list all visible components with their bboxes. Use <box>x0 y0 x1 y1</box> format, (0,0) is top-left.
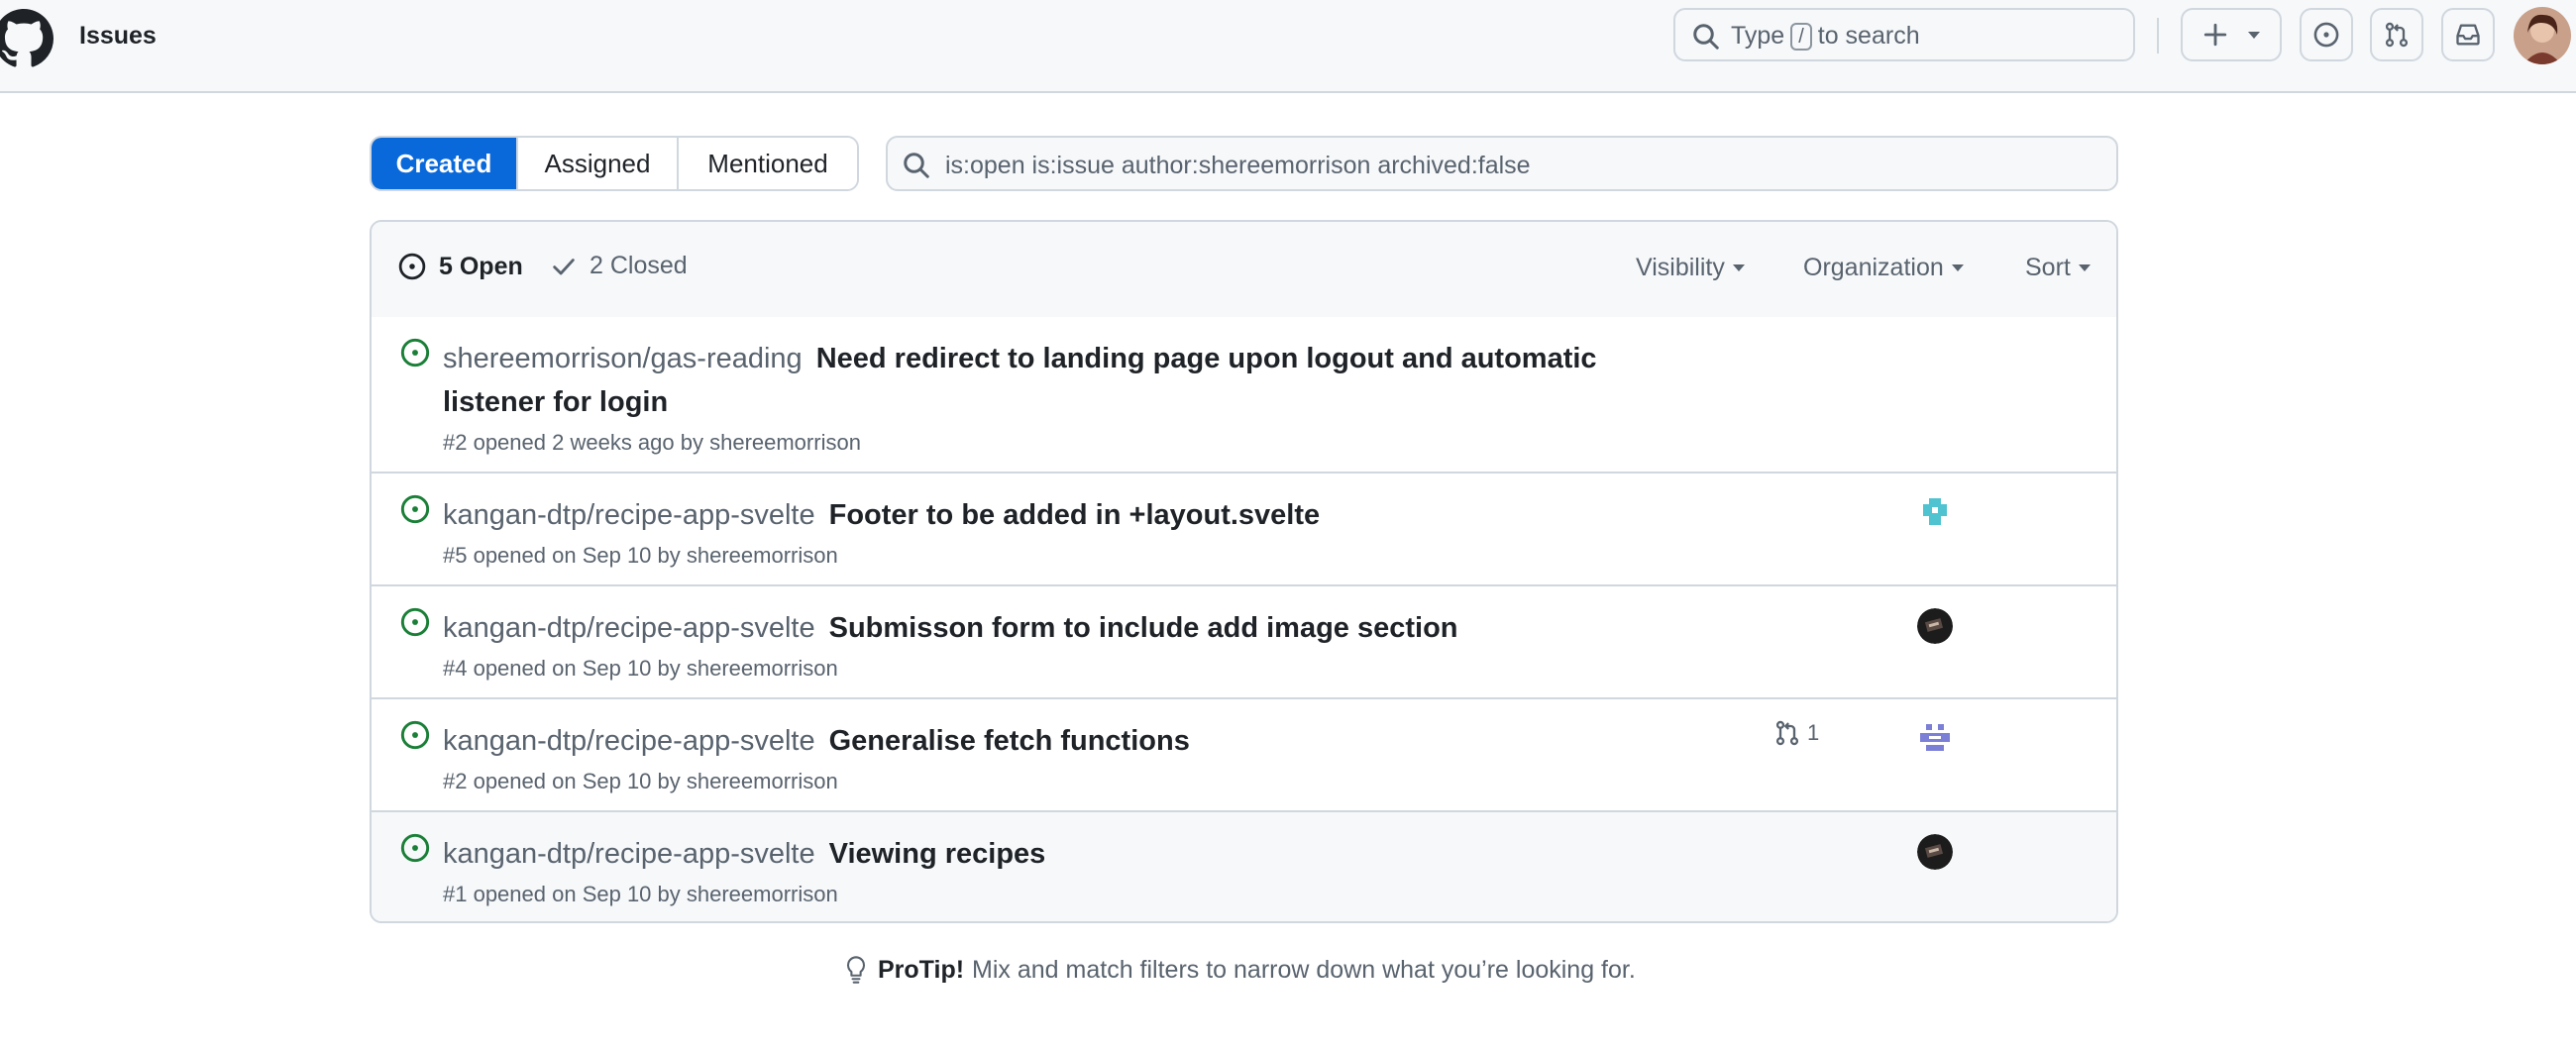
chevron-down-icon <box>1951 264 1964 271</box>
organization-filter[interactable]: Organization <box>1803 254 1964 282</box>
list-item: kangan-dtp/recipe-app-svelte Viewing reci… <box>372 812 2116 921</box>
create-new-button[interactable] <box>2181 8 2282 61</box>
inbox-icon <box>2456 24 2480 46</box>
visibility-filter[interactable]: Visibility <box>1636 254 1745 282</box>
page-title: Issues <box>79 22 157 50</box>
issues-button[interactable] <box>2300 8 2353 61</box>
linked-pull-requests[interactable]: 1 <box>1773 719 1819 747</box>
tab-created[interactable]: Created <box>372 138 516 189</box>
list-item: kangan-dtp/recipe-app-svelte Generalise f… <box>372 699 2116 812</box>
search-placeholder: Type / to search <box>1731 22 1920 51</box>
issue-meta: #2 opened 2 weeks ago by shereemorrison <box>443 430 861 455</box>
issue-meta: #2 opened on Sep 10 by shereemorrison <box>443 769 838 793</box>
list-item: kangan-dtp/recipe-app-svelte Footer to be… <box>372 474 2116 586</box>
issue-list: 5 Open 2 Closed Visibility Organization … <box>370 220 2118 923</box>
tab-mentioned[interactable]: Mentioned <box>677 138 857 189</box>
closed-issues-toggle[interactable]: 2 Closed <box>550 252 688 280</box>
protip-text: Mix and match filters to narrow down wha… <box>972 955 1636 984</box>
issue-filter-input[interactable]: is:open is:issue author:shereemorrison a… <box>886 136 2118 191</box>
issue-opened-icon <box>400 607 430 637</box>
chevron-down-icon <box>1732 264 1745 271</box>
linked-pr-count: 1 <box>1807 720 1820 745</box>
slash-key-hint: / <box>1790 22 1812 51</box>
issue-meta: #1 opened on Sep 10 by shereemorrison <box>443 882 838 906</box>
github-logo-icon[interactable] <box>0 9 54 68</box>
issue-title-line: kangan-dtp/recipe-app-svelte Viewing reci… <box>443 832 1632 876</box>
issue-title-line: shereemorrison/gas-reading Need redirect … <box>443 337 1632 424</box>
check-icon <box>553 258 575 274</box>
global-search-input[interactable]: Type / to search <box>1673 8 2135 61</box>
issue-title-link[interactable]: Generalise fetch functions <box>829 725 1190 757</box>
list-item: kangan-dtp/recipe-app-svelte Submisson fo… <box>372 586 2116 699</box>
header-divider <box>2157 18 2159 53</box>
issue-meta: #5 opened on Sep 10 by shereemorrison <box>443 543 838 568</box>
issue-title-link[interactable]: Submisson form to include add image sect… <box>829 612 1458 644</box>
git-pull-request-icon <box>1775 720 1799 746</box>
chevron-down-icon <box>2078 264 2091 271</box>
issue-repo-link[interactable]: kangan-dtp/recipe-app-svelte <box>443 612 815 644</box>
git-pull-request-icon <box>2385 22 2409 48</box>
issue-title-link[interactable]: Viewing recipes <box>829 838 1046 870</box>
issue-title-line: kangan-dtp/recipe-app-svelte Footer to be… <box>443 493 1632 537</box>
issue-scope-tabs: Created Assigned Mentioned <box>370 136 859 191</box>
protip: ProTip! Mix and match filters to narrow … <box>842 955 1636 985</box>
tab-assigned[interactable]: Assigned <box>516 138 677 189</box>
pull-requests-button[interactable] <box>2370 8 2423 61</box>
issue-opened-icon <box>400 833 430 863</box>
assignee-avatar[interactable] <box>1917 834 1953 870</box>
sort-filter[interactable]: Sort <box>2025 254 2091 282</box>
user-avatar[interactable] <box>2514 7 2571 64</box>
plus-icon <box>2203 23 2227 47</box>
list-item: shereemorrison/gas-reading Need redirect … <box>372 317 2116 474</box>
issue-opened-icon <box>398 253 426 280</box>
search-icon <box>904 153 929 178</box>
assignee-avatar[interactable] <box>1917 608 1953 644</box>
issue-title-line: kangan-dtp/recipe-app-svelte Submisson fo… <box>443 606 1632 650</box>
issue-list-header: 5 Open 2 Closed Visibility Organization … <box>372 222 2116 319</box>
filter-query-value: is:open is:issue author:shereemorrison a… <box>945 152 1531 179</box>
issue-repo-link[interactable]: kangan-dtp/recipe-app-svelte <box>443 499 815 531</box>
issue-repo-link[interactable]: kangan-dtp/recipe-app-svelte <box>443 725 815 757</box>
issue-opened-icon <box>400 720 430 750</box>
assignee-avatar[interactable] <box>1917 495 1953 531</box>
issue-opened-icon <box>2313 22 2339 48</box>
protip-label: ProTip! <box>878 955 965 984</box>
light-bulb-icon <box>847 956 865 984</box>
chevron-down-icon <box>2248 31 2260 39</box>
search-icon <box>1693 24 1719 50</box>
issue-repo-link[interactable]: kangan-dtp/recipe-app-svelte <box>443 838 815 870</box>
open-issues-toggle[interactable]: 5 Open <box>397 252 523 281</box>
issue-repo-link[interactable]: shereemorrison/gas-reading <box>443 343 803 374</box>
issue-title-line: kangan-dtp/recipe-app-svelte Generalise f… <box>443 719 1632 763</box>
global-header: Issues Type / to search <box>0 0 2576 93</box>
issue-meta: #4 opened on Sep 10 by shereemorrison <box>443 656 838 681</box>
assignee-avatar[interactable] <box>1917 721 1953 757</box>
inbox-button[interactable] <box>2441 8 2495 61</box>
issue-opened-icon <box>400 494 430 524</box>
issue-title-link[interactable]: Footer to be added in +layout.svelte <box>829 499 1321 531</box>
issue-opened-icon <box>400 338 430 368</box>
